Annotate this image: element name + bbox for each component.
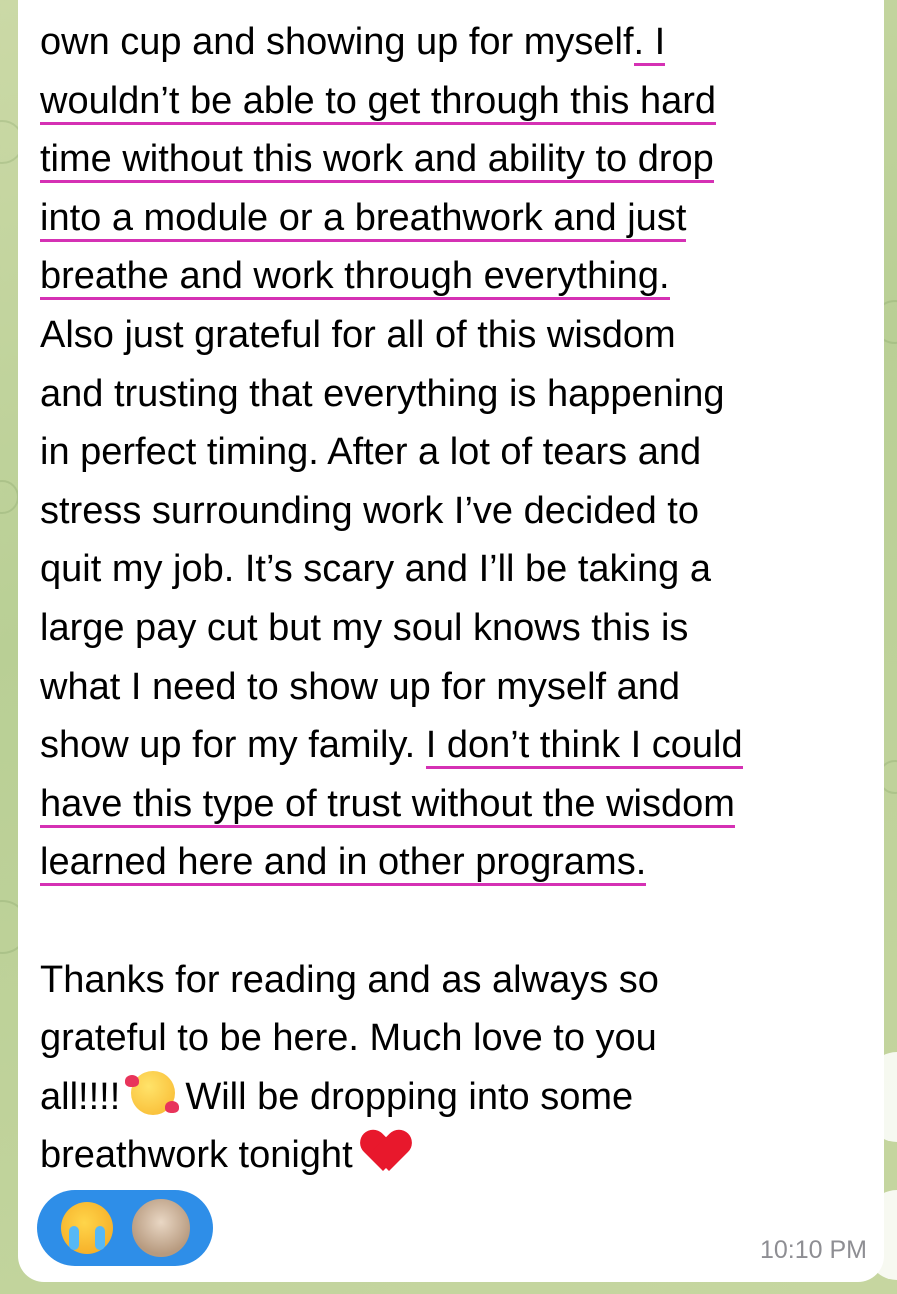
message-line: Thanks for reading and as always so xyxy=(40,951,870,1010)
message-line: all!!!! Will be dropping into some xyxy=(40,1068,870,1127)
message-line: grateful to be here. Much love to you xyxy=(40,1009,870,1068)
message-line: large pay cut but my soul knows this is xyxy=(40,599,870,658)
message-text-segment: all!!!! xyxy=(40,1075,131,1118)
message-line: stress surrounding work I’ve decided to xyxy=(40,482,870,541)
message-text: own cup and showing up for myself. I woul… xyxy=(40,13,870,1185)
message-text-segment: Will be dropping into some xyxy=(174,1075,634,1118)
message-line: breathe and work through everything. xyxy=(40,247,870,306)
highlighted-text-segment: wouldn’t be able to get through this har… xyxy=(40,79,717,125)
smiling-face-with-hearts-icon xyxy=(124,1070,179,1115)
red-heart-icon xyxy=(363,1131,409,1175)
message-text-segment: Also just grateful for all of this wisdo… xyxy=(40,313,676,356)
highlighted-text-segment: into a module or a breathwork and just xyxy=(40,196,687,242)
message-timestamp: 10:10 PM xyxy=(759,1236,867,1264)
highlighted-text-segment: learned here and in other programs. xyxy=(40,841,647,887)
highlighted-text-segment: I don’t think I could xyxy=(425,724,743,770)
message-line: have this type of trust without the wisd… xyxy=(40,775,870,834)
message-line: quit my job. It’s scary and I’ll be taki… xyxy=(40,540,870,599)
highlighted-text-segment: breathe and work through everything. xyxy=(40,255,670,301)
highlighted-text-segment: have this type of trust without the wisd… xyxy=(40,782,735,828)
side-action-button-2[interactable] xyxy=(867,1190,897,1280)
message-line: show up for my family. I don’t think I c… xyxy=(40,716,870,775)
side-action-button[interactable] xyxy=(867,1052,897,1142)
loudly-crying-face-icon xyxy=(61,1202,113,1254)
message-line: in perfect timing. After a lot of tears … xyxy=(40,423,870,482)
message-text-segment: in perfect timing. After a lot of tears … xyxy=(40,431,702,474)
message-text-segment: what I need to show up for myself and xyxy=(40,665,681,708)
message-line: into a module or a breathwork and just xyxy=(40,189,870,248)
message-line: learned here and in other programs. xyxy=(40,833,870,892)
message-line: Also just grateful for all of this wisdo… xyxy=(40,306,870,365)
message-text-segment: quit my job. It’s scary and I’ll be taki… xyxy=(40,548,711,591)
reaction-pill[interactable] xyxy=(37,1190,213,1266)
message-text-segment: and trusting that everything is happenin… xyxy=(40,372,725,415)
message-line: what I need to show up for myself and xyxy=(40,658,870,717)
message-text-segment: large pay cut but my soul knows this is xyxy=(40,606,689,649)
message-text-segment: grateful to be here. Much love to you xyxy=(40,1017,657,1060)
message-line: time without this work and ability to dr… xyxy=(40,130,870,189)
message-text-segment: show up for my family. xyxy=(40,724,426,767)
message-text-segment: own cup and showing up for myself xyxy=(40,21,634,63)
message-line: and trusting that everything is happenin… xyxy=(40,365,870,424)
message-line: own cup and showing up for myself. I xyxy=(40,13,870,72)
message-line: wouldn’t be able to get through this har… xyxy=(40,72,870,131)
highlighted-text-segment: . I xyxy=(633,21,666,66)
message-text-segment: stress surrounding work I’ve decided to xyxy=(40,489,699,532)
avatar[interactable] xyxy=(129,1196,193,1260)
message-line: breathwork tonight xyxy=(40,1126,870,1185)
highlighted-text-segment: time without this work and ability to dr… xyxy=(40,138,714,184)
message-text-segment: Thanks for reading and as always so xyxy=(40,958,659,1001)
message-text-segment: breathwork tonight xyxy=(40,1134,364,1177)
